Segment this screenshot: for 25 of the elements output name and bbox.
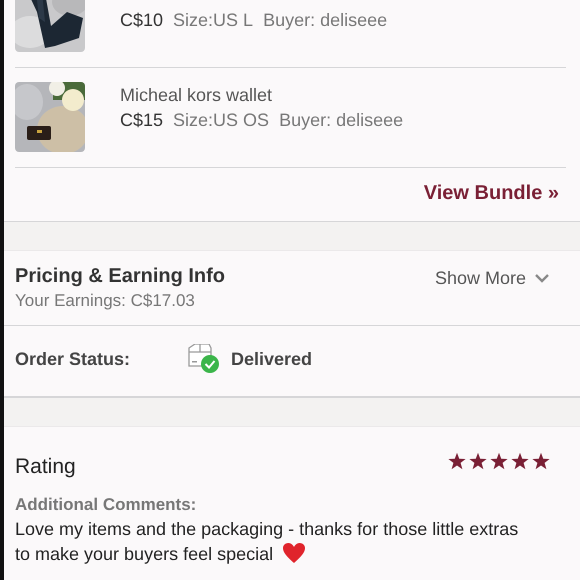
order-status-value: Delivered	[231, 348, 312, 370]
comment-line: Love my items and the packaging - thanks for those little extras	[15, 519, 518, 539]
star-icon	[490, 452, 508, 470]
item-size: Size:US L	[173, 9, 254, 32]
item-title: Micheal kors wallet	[120, 84, 274, 107]
buyer-name: Buyer: deliseee	[263, 9, 388, 32]
comment-line: to make your buyers feel special	[15, 544, 274, 564]
star-icon	[469, 452, 487, 470]
delivered-box-icon	[187, 344, 221, 374]
buyer-name: Buyer: deliseee	[279, 109, 404, 132]
order-status-label: Order Status:	[15, 348, 132, 370]
heart-icon	[282, 542, 306, 564]
star-icon	[532, 452, 550, 470]
item-price: C$10	[120, 9, 164, 32]
chevron-down-icon	[534, 273, 550, 283]
section-title: Pricing & Earning Info	[15, 265, 226, 288]
item-price: C$15	[120, 109, 164, 132]
star-icon	[448, 452, 466, 470]
earnings-text: Your Earnings: C$17.03	[15, 291, 196, 311]
view-bundle-link[interactable]: View Bundle »	[424, 182, 559, 205]
comments-label: Additional Comments:	[15, 495, 198, 515]
show-more-button[interactable]: Show More	[434, 265, 550, 291]
star-icon	[511, 452, 529, 470]
item-size: Size:US OS	[173, 109, 270, 132]
rating-title: Rating	[15, 455, 76, 479]
